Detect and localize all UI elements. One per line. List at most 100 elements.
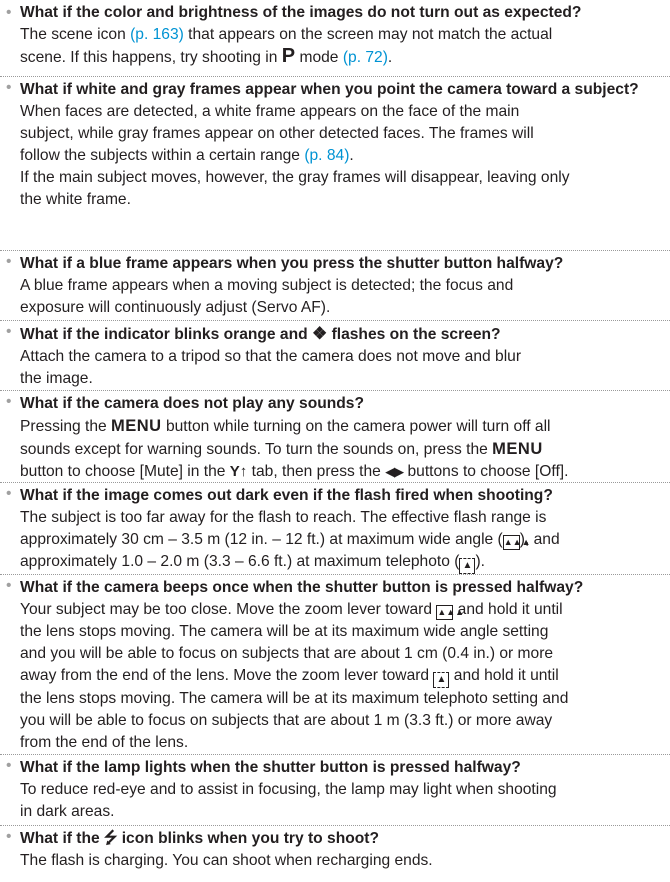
faq-item: • What if a blue frame appears when you p… xyxy=(0,250,670,319)
program-mode-icon: P xyxy=(281,45,296,67)
question-text: icon blinks when you try to shoot? xyxy=(117,830,379,847)
answer-text: The scene icon xyxy=(20,26,131,43)
answer-text: and hold it until xyxy=(453,601,563,618)
answer-text: . xyxy=(349,147,354,164)
bullet-icon: • xyxy=(6,79,12,96)
bullet-icon: • xyxy=(6,485,12,502)
faq-answer: The subject is too far away for the flas… xyxy=(20,509,547,526)
faq-answer: Pressing the MENU button while turning o… xyxy=(0,415,670,438)
faq-answer: and you will be able to focus on subject… xyxy=(20,645,554,662)
page-link[interactable]: (p. 84) xyxy=(304,147,349,164)
wide-angle-icon: ▲▲▲ xyxy=(436,605,464,620)
faq-question: • What if a blue frame appears when you p… xyxy=(0,251,670,275)
faq-answer: scene. If this happens, try shooting in … xyxy=(0,46,670,69)
faq-answer: If the main subject moves, however, the … xyxy=(20,169,570,186)
faq-item: • What if the image comes out dark even i… xyxy=(0,482,670,574)
answer-text: that appears on the screen may not match… xyxy=(183,26,553,43)
answer-text: Your subject may be too close. Move the … xyxy=(20,601,437,618)
faq-answer: approximately 30 cm – 3.5 m (12 in. – 12… xyxy=(0,529,670,551)
question-text: What if the xyxy=(20,830,105,847)
menu-button-label: MENU xyxy=(492,440,543,458)
faq-item: • What if the color and brightness of the… xyxy=(0,2,670,69)
faq-answer: subject, while gray frames appear on oth… xyxy=(20,125,534,142)
faq-answer: Your subject may be too close. Move the … xyxy=(0,599,670,621)
faq-item: • What if the camera beeps once when the … xyxy=(0,574,670,754)
faq-answer: the white frame. xyxy=(20,191,131,208)
answer-text: approximately 30 cm – 3.5 m (12 in. – 12… xyxy=(20,531,503,548)
flash-icon: ⭍ xyxy=(104,830,118,847)
wide-angle-icon: ▲▲▲ xyxy=(502,535,530,550)
bullet-icon: • xyxy=(6,253,12,270)
answer-text: approximately 1.0 – 2.0 m (3.3 – 6.6 ft.… xyxy=(20,553,460,570)
faq-item: • What if white and gray frames appear wh… xyxy=(0,76,670,211)
answer-text: and hold it until xyxy=(449,667,559,684)
faq-answer: To reduce red-eye and to assist in focus… xyxy=(20,781,557,798)
answer-text: Pressing the xyxy=(20,418,112,435)
bullet-icon: • xyxy=(6,4,12,21)
question-text: What if the camera does not play any sou… xyxy=(20,395,364,412)
faq-question: • What if the color and brightness of the… xyxy=(0,2,670,24)
question-text: What if the indicator blinks orange and xyxy=(20,326,312,343)
faq-answer: exposure will continuously adjust (Servo… xyxy=(20,299,331,316)
faq-answer: The flash is charging. You can shoot whe… xyxy=(20,852,433,869)
answer-text: buttons to choose [Off]. xyxy=(403,463,569,480)
answer-text: mode xyxy=(295,49,343,66)
answer-text: button to choose [Mute] in the xyxy=(20,463,230,480)
answer-text: ), and xyxy=(519,531,560,548)
faq-question: • What if white and gray frames appear wh… xyxy=(0,77,650,101)
faq-question: • What if the image comes out dark even i… xyxy=(0,483,670,507)
faq-list: • What if the color and brightness of the… xyxy=(0,0,670,882)
answer-text: tab, then press the xyxy=(247,463,386,480)
question-text: What if the image comes out dark even if… xyxy=(20,487,553,504)
page-link[interactable]: (p. 72) xyxy=(343,49,388,66)
faq-answer: follow the subjects within a certain ran… xyxy=(0,145,670,167)
answer-text: away from the end of the lens. Move the … xyxy=(20,667,434,684)
faq-item: • What if the lamp lights when the shutte… xyxy=(0,754,670,823)
tools-tab-icon: Υ↑ xyxy=(229,463,248,480)
faq-question: • What if the camera beeps once when the … xyxy=(0,575,670,599)
telephoto-icon: ▲ xyxy=(459,558,476,574)
faq-answer: you will be able to focus on subjects th… xyxy=(20,712,553,729)
bullet-icon: • xyxy=(6,323,12,340)
faq-answer: The scene icon (p. 163) that appears on … xyxy=(0,24,670,46)
bullet-icon: • xyxy=(6,828,12,845)
question-text: What if the color and brightness of the … xyxy=(20,4,582,21)
question-text: flashes on the screen? xyxy=(327,326,501,343)
answer-text: sounds except for warning sounds. To tur… xyxy=(20,441,493,458)
faq-answer: Attach the camera to a tripod so that th… xyxy=(20,348,522,365)
faq-question: • What if the lamp lights when the shutte… xyxy=(0,755,670,779)
faq-answer: from the end of the lens. xyxy=(20,734,189,751)
faq-answer: sounds except for warning sounds. To tur… xyxy=(0,438,670,461)
answer-text: ). xyxy=(475,553,485,570)
answer-text: . xyxy=(387,49,393,66)
telephoto-icon: ▲ xyxy=(433,672,450,688)
faq-answer: the lens stops moving. The camera will b… xyxy=(20,623,549,640)
faq-answer: When faces are detected, a white frame a… xyxy=(20,103,520,120)
question-text: What if the camera beeps once when the s… xyxy=(20,579,584,596)
bullet-icon: • xyxy=(6,393,12,410)
faq-answer: A blue frame appears when a moving subje… xyxy=(20,277,514,294)
faq-question: • What if the camera does not play any so… xyxy=(0,391,670,415)
answer-text: follow the subjects within a certain ran… xyxy=(20,147,305,164)
answer-text: button while turning on the camera power… xyxy=(161,418,551,435)
faq-item: • What if the ⭍ icon blinks when you try … xyxy=(0,825,670,872)
question-text: What if a blue frame appears when you pr… xyxy=(20,255,564,272)
question-text: What if the lamp lights when the shutter… xyxy=(20,759,521,776)
faq-item: • What if the indicator blinks orange and… xyxy=(0,320,670,390)
faq-question: • What if the ⭍ icon blinks when you try … xyxy=(0,826,670,850)
bullet-icon: • xyxy=(6,577,12,594)
faq-item: • What if the camera does not play any so… xyxy=(0,390,670,483)
camera-shake-icon: ❖ xyxy=(311,324,328,343)
answer-text: scene. If this happens, try shooting in xyxy=(20,49,282,66)
faq-answer: the lens stops moving. The camera will b… xyxy=(20,690,569,707)
faq-answer: approximately 1.0 – 2.0 m (3.3 – 6.6 ft.… xyxy=(0,551,670,574)
faq-answer: away from the end of the lens. Move the … xyxy=(0,665,670,688)
faq-answer: in dark areas. xyxy=(20,803,115,820)
page-link[interactable]: (p. 163) xyxy=(130,26,184,43)
left-right-arrows-icon: ◀▶ xyxy=(385,464,404,479)
menu-button-label: MENU xyxy=(111,417,162,435)
faq-question: • What if the indicator blinks orange and… xyxy=(0,321,670,346)
question-text: What if white and gray frames appear whe… xyxy=(20,81,639,98)
bullet-icon: • xyxy=(6,757,12,774)
faq-answer: button to choose [Mute] in the Υ↑ tab, t… xyxy=(0,461,670,483)
